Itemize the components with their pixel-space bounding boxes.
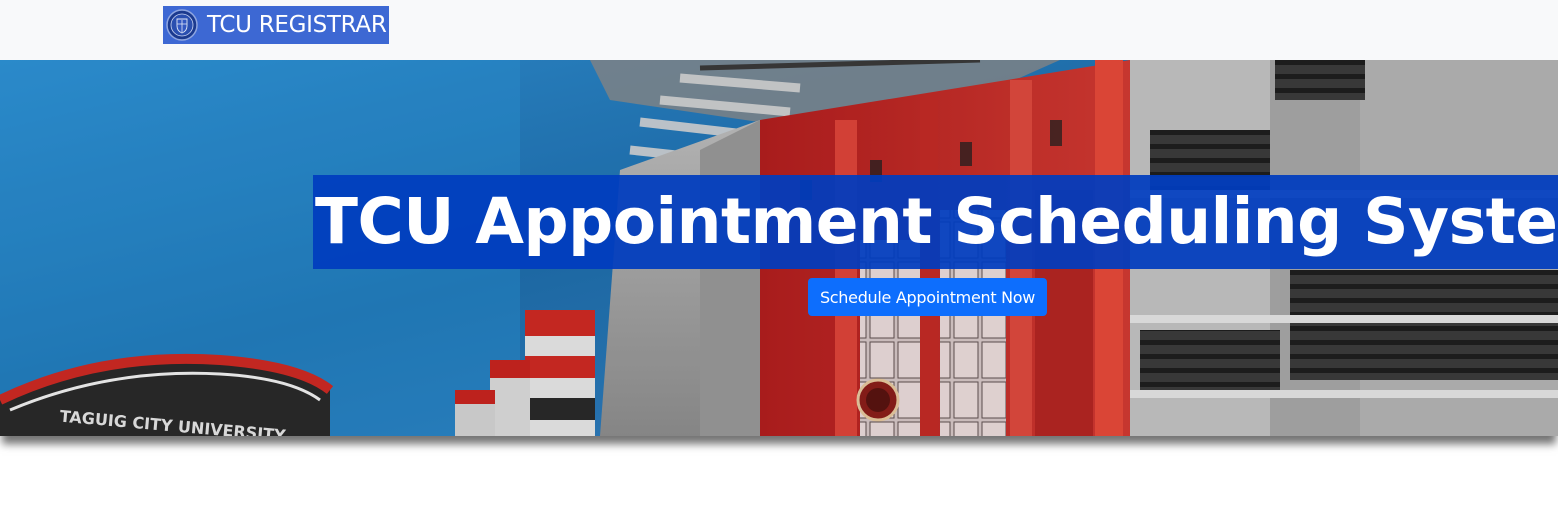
university-seal-icon [166, 9, 198, 41]
brand-label: TCU REGISTRAR [207, 12, 387, 38]
hero-banner: TAGUIG CITY UNIVERSITY TCU Appointment S… [0, 60, 1558, 436]
brand-link[interactable]: TCU REGISTRAR [163, 6, 389, 44]
navbar: TCU REGISTRAR [0, 0, 1558, 60]
page-title: TCU Appointment Scheduling System [313, 175, 1558, 269]
schedule-appointment-button[interactable]: Schedule Appointment Now [808, 278, 1047, 316]
